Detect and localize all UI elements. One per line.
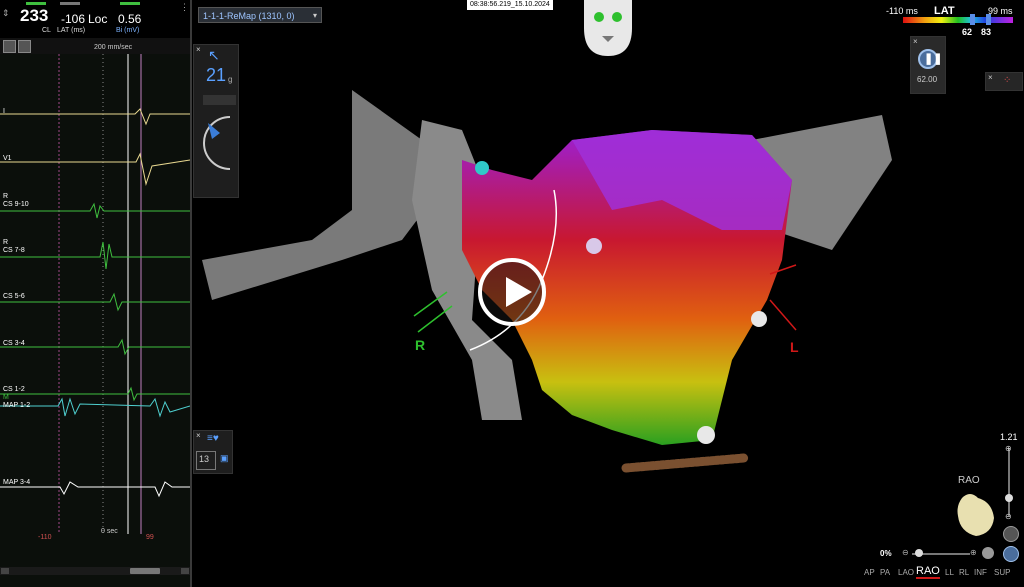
panel-toggle-icon[interactable]: ⋮ [180, 2, 189, 13]
left-orientation-label: L [790, 339, 799, 355]
map-select[interactable]: 1-1-1-ReMap (1310, 0) ▾ [198, 7, 322, 23]
rotate-button[interactable] [1003, 526, 1019, 542]
close-icon[interactable]: × [196, 45, 201, 54]
collapse-arrows-icon[interactable]: ⇕ [2, 8, 10, 19]
zoom-out-icon[interactable]: ⊖ [1005, 512, 1012, 521]
left-marker-line [769, 299, 797, 331]
view-button-sup[interactable]: SUP [994, 568, 1010, 577]
lead-label: MAP 3-4 [3, 479, 31, 486]
ecg-header: ⇕ 233 CL -106 LAT (ms) Loc 0.56 Bi (mV) … [0, 0, 190, 38]
ablation-tag[interactable] [586, 238, 602, 254]
lat-window-marker[interactable] [986, 14, 991, 25]
anatomy-3d-map[interactable] [192, 60, 1024, 480]
window-start: -110 [38, 534, 52, 541]
map-select-value: 1-1-1-ReMap (1310, 0) [203, 11, 295, 21]
view-button-rl[interactable]: RL [959, 568, 969, 577]
ecg-scrollbar[interactable] [0, 567, 190, 575]
scroll-left-button[interactable] [1, 568, 9, 574]
opacity-percent: 0% [880, 549, 892, 558]
timestamp: 08:38:56.219_15.10.2024 [467, 0, 553, 10]
pause-button[interactable]: ❚❚ [918, 49, 942, 69]
heart-orientation-icon[interactable] [952, 488, 998, 540]
view-button-lao[interactable]: LAO [898, 568, 914, 577]
view-orientation-label: RAO [958, 475, 980, 486]
lead-label: CS 1-2 [3, 386, 25, 393]
close-icon[interactable]: × [988, 73, 993, 82]
lead-label: CS 5-6 [3, 293, 25, 300]
reset-view-button[interactable] [1003, 546, 1019, 562]
lead-prefix: R [3, 193, 9, 200]
lat-marker-a: 62 [962, 27, 973, 37]
view-button-pa[interactable]: PA [880, 568, 890, 577]
sphere-icon[interactable] [982, 547, 994, 559]
close-icon[interactable]: × [913, 37, 918, 46]
cl-value: 233 [20, 6, 49, 25]
mini-palette: × ⁘ [985, 72, 1023, 91]
zoom-slider-thumb[interactable] [1005, 494, 1013, 502]
grid-dots-icon[interactable]: ⁘ [1003, 75, 1011, 86]
ablation-tag[interactable] [697, 426, 715, 444]
vein-structure [202, 90, 432, 300]
lead-label: CS 3-4 [3, 340, 25, 347]
scroll-right-button[interactable] [181, 568, 189, 574]
ecg-panel: ⇕ 233 CL -106 LAT (ms) Loc 0.56 Bi (mV) … [0, 0, 192, 587]
scroll-thumb[interactable] [130, 568, 160, 574]
lat-max: 99 ms [988, 6, 1013, 16]
plus-icon[interactable]: ⊕ [970, 548, 977, 557]
magnify-icon[interactable] [18, 40, 31, 53]
bi-label: Bi (mV) [116, 27, 140, 34]
loc-label: Loc [88, 12, 108, 26]
view-button-inf[interactable]: INF [974, 568, 987, 577]
lead-label: MAP 1-2 [3, 402, 31, 409]
lat-indicator [60, 2, 80, 5]
zoom-in-icon[interactable]: ⊕ [1005, 444, 1012, 453]
lat-value: -106 [61, 12, 86, 26]
lead-prefix: R [3, 239, 9, 246]
lat-label: LAT (ms) [57, 27, 86, 34]
lead-prefix: M [3, 394, 9, 401]
lat-marker-b: 83 [981, 27, 992, 37]
opacity-slider-thumb[interactable] [915, 549, 923, 557]
pause-panel: × ❚❚ 62.00 [910, 36, 946, 94]
lat-window-marker[interactable] [970, 14, 975, 25]
patient-face-icon [584, 0, 632, 56]
right-orientation-label: R [415, 337, 426, 353]
play-button[interactable] [478, 258, 546, 326]
pause-icon: ❚❚ [924, 53, 943, 65]
sweep-speed: 200 mm/sec [94, 44, 133, 51]
lat-label: LAT [934, 5, 955, 17]
cl-label: CL [42, 27, 51, 34]
lead-label: I [3, 108, 5, 115]
window-end: 99 [146, 534, 154, 541]
view-button-ap[interactable]: AP [864, 568, 875, 577]
cs-catheter [621, 453, 749, 473]
lat-color-bar [903, 17, 1013, 23]
view-button-rao[interactable]: RAO [916, 565, 940, 579]
lead-label: CS 9-10 [3, 201, 29, 208]
lat-min: -110 ms [886, 6, 918, 16]
view-button-ll[interactable]: LL [945, 568, 954, 577]
bi-indicator [120, 2, 140, 5]
chevron-down-icon: ▾ [312, 11, 317, 20]
window-zero: 0 sec [101, 528, 118, 535]
pause-value: 62.00 [917, 75, 938, 84]
minus-icon[interactable]: ⊖ [902, 548, 909, 557]
cl-indicator [26, 2, 46, 5]
lead-label: V1 [3, 155, 12, 162]
lead-label: CS 7-8 [3, 247, 25, 254]
wrench-icon[interactable] [3, 40, 16, 53]
bi-value: 0.56 [118, 12, 142, 26]
zoom-slider-track[interactable] [1008, 448, 1010, 516]
ablation-tag[interactable] [475, 161, 489, 175]
ablation-tag[interactable] [751, 311, 767, 327]
zoom-value: 1.21 [1000, 432, 1018, 442]
